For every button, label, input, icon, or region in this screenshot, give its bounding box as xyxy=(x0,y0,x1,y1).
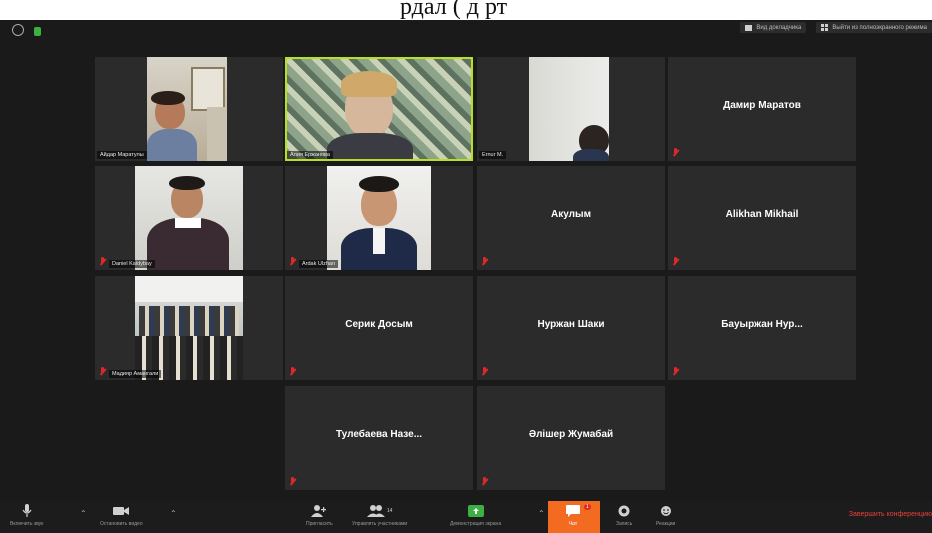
muted-mic-icon xyxy=(481,257,488,266)
exit-fullscreen-label: Выйти из полноэкранного режима xyxy=(832,24,927,31)
speaker-view-label: Вид докладчика xyxy=(756,24,802,31)
share-screen-button[interactable]: Демонстрация экрана xyxy=(450,504,501,527)
chat-button[interactable]: Чат 1 xyxy=(548,501,600,533)
record-button[interactable]: Запись xyxy=(616,504,632,527)
chat-unread-badge: 1 xyxy=(584,504,591,510)
participants-count: 14 xyxy=(386,508,393,514)
end-meeting-button[interactable]: Завершить конференцию xyxy=(849,511,932,518)
manage-participants-button[interactable]: 14 Управлять участниками xyxy=(352,504,407,527)
info-icon[interactable] xyxy=(12,24,24,36)
participant-tile[interactable]: Әлішер Жумабай xyxy=(477,386,665,490)
muted-mic-icon xyxy=(99,257,106,266)
participant-name: Ardak Ulzhan xyxy=(299,260,339,268)
record-label: Запись xyxy=(616,521,633,527)
chat-icon xyxy=(566,504,580,518)
participant-name: Daniel Kaldybay xyxy=(109,260,155,268)
muted-mic-icon xyxy=(289,477,296,486)
video-options-chevron-icon[interactable]: ⌃ xyxy=(170,509,177,518)
grid-icon xyxy=(821,24,829,31)
top-caption: рдал ( д рт xyxy=(400,0,508,20)
participant-name: Alikhan Mikhail xyxy=(725,209,799,220)
stop-video-button[interactable]: Остановить видео xyxy=(100,504,143,527)
exit-fullscreen-button[interactable]: Выйти из полноэкранного режима xyxy=(816,22,932,33)
participant-name: Мадияр Амангали xyxy=(109,370,162,378)
add-user-icon xyxy=(311,504,327,518)
microphone-icon xyxy=(22,504,32,518)
reactions-label: Реакции xyxy=(656,521,676,527)
participant-video xyxy=(327,166,431,270)
meeting-toolbar: Включить звук ⌃ Остановить видео ⌃ Пригл… xyxy=(0,501,932,533)
participant-name: Акулым xyxy=(551,209,591,220)
participant-name: Тулебаева Назе... xyxy=(335,429,423,440)
participant-tile[interactable]: Daniel Kaldybay xyxy=(95,166,283,270)
participant-tile[interactable]: Ernur M. xyxy=(477,57,665,161)
participants-icon: 14 xyxy=(366,504,393,518)
participant-tile[interactable]: Акулым xyxy=(477,166,665,270)
unmute-label: Включить звук xyxy=(10,521,44,527)
participant-name: Ernur M. xyxy=(479,151,507,159)
participant-tile[interactable]: Нуржан Шаки xyxy=(477,276,665,380)
muted-mic-icon xyxy=(481,477,488,486)
muted-mic-icon xyxy=(99,367,106,376)
speaker-view-icon xyxy=(745,24,753,31)
participant-tile[interactable]: Тулебаева Назе... xyxy=(285,386,473,490)
muted-mic-icon xyxy=(481,367,488,376)
participant-name: Нуржан Шаки xyxy=(537,319,605,330)
share-options-chevron-icon[interactable]: ⌃ xyxy=(538,509,545,518)
muted-mic-icon xyxy=(289,367,296,376)
smiley-icon xyxy=(660,504,672,518)
participant-tile[interactable]: Ardak Ulzhan xyxy=(285,166,473,270)
participant-tile[interactable]: Дамир Маратов xyxy=(668,57,856,161)
participant-tile[interactable]: Айдар Маратулы xyxy=(95,57,283,161)
reactions-button[interactable]: Реакции xyxy=(656,504,675,527)
invite-label: Пригласить xyxy=(306,521,333,527)
unmute-button[interactable]: Включить звук xyxy=(10,504,43,527)
manage-participants-label: Управлять участниками xyxy=(352,521,408,527)
stop-video-label: Остановить видео xyxy=(100,521,143,527)
participant-tile[interactable]: Серик Досым xyxy=(285,276,473,380)
muted-mic-icon xyxy=(289,257,296,266)
participant-video xyxy=(147,57,227,161)
participant-video xyxy=(135,276,243,380)
muted-mic-icon xyxy=(672,148,679,157)
participant-name: Дамир Маратов xyxy=(723,100,801,111)
participant-name: Серик Досым xyxy=(345,319,413,330)
audio-options-chevron-icon[interactable]: ⌃ xyxy=(80,509,87,518)
invite-button[interactable]: Пригласить xyxy=(306,504,333,527)
participant-tile[interactable]: Alikhan Mikhail xyxy=(668,166,856,270)
share-screen-label: Демонстрация экрана xyxy=(450,521,502,527)
participant-name: Айдар Маратулы xyxy=(97,151,147,159)
record-icon xyxy=(618,504,630,518)
chat-label: Чат xyxy=(568,521,578,527)
participant-name: Бауыржан Нур... xyxy=(721,319,803,330)
participant-tile[interactable]: Мадияр Амангали xyxy=(95,276,283,380)
participant-name: Алия Ержанова xyxy=(287,151,333,159)
status-bar xyxy=(12,24,41,36)
lock-icon[interactable] xyxy=(34,26,41,36)
participant-tile[interactable]: Бауыржан Нур... xyxy=(668,276,856,380)
video-camera-icon xyxy=(113,504,130,518)
share-screen-icon xyxy=(467,504,484,518)
participant-video xyxy=(135,166,243,270)
view-controls: Вид докладчика Выйти из полноэкранного р… xyxy=(740,22,932,33)
participant-name: Әлішер Жумабай xyxy=(528,429,614,440)
participant-video xyxy=(287,59,471,159)
meeting-window: Вид докладчика Выйти из полноэкранного р… xyxy=(0,20,932,533)
speaker-view-button[interactable]: Вид докладчика xyxy=(740,22,807,33)
muted-mic-icon xyxy=(672,367,679,376)
top-banner: рдал ( д рт xyxy=(0,0,932,20)
participant-tile-active-speaker[interactable]: Алия Ержанова xyxy=(285,57,473,161)
muted-mic-icon xyxy=(672,257,679,266)
participant-video xyxy=(529,57,609,161)
